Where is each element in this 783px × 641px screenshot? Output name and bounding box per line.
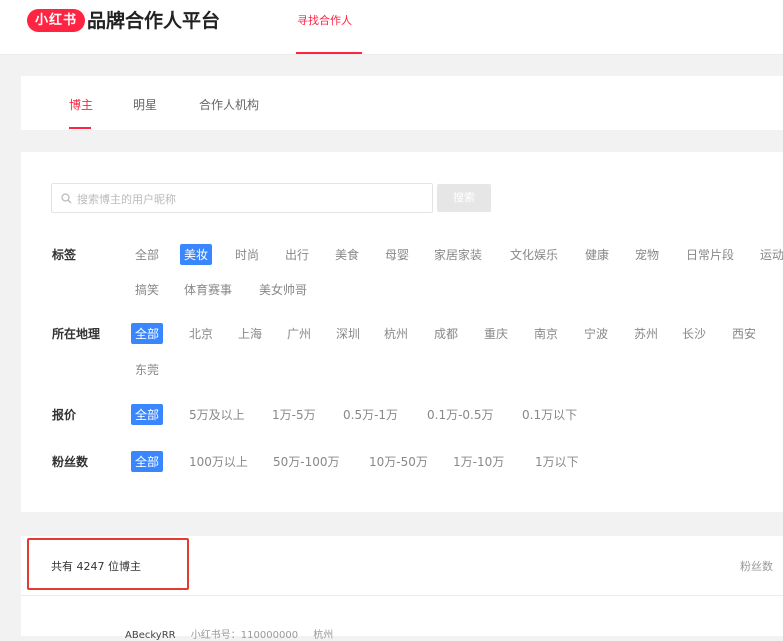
location-label: 所在地理	[52, 327, 101, 341]
category-tabs: 博主 明星 合作人机构	[21, 76, 783, 130]
price-option[interactable]: 0.5万-1万	[343, 406, 398, 423]
tag-option[interactable]: 健康	[585, 246, 609, 263]
tag-option[interactable]: 母婴	[385, 246, 409, 263]
tag-option-selected[interactable]: 美妆	[180, 244, 213, 265]
price-option[interactable]: 0.1万以下	[522, 406, 577, 423]
blogger-row[interactable]: ABeckyRR 小红书号：110000000 杭州	[125, 626, 333, 641]
location-option[interactable]: 成都	[434, 325, 458, 342]
fans-label: 粉丝数	[52, 455, 89, 469]
tag-option[interactable]: 全部	[135, 246, 159, 263]
location-option[interactable]: 北京	[189, 325, 213, 342]
xiaohongshu-logo[interactable]: 小红书	[27, 9, 86, 32]
tag-option[interactable]: 家居家装	[434, 246, 482, 263]
location-option[interactable]: 杭州	[384, 325, 408, 342]
active-tab-indicator	[296, 52, 362, 54]
top-header: 小红书 品牌合作人平台 寻找合作人	[0, 0, 783, 55]
location-option[interactable]: 南京	[534, 325, 558, 342]
price-label: 报价	[52, 408, 77, 422]
price-option[interactable]: 5万及以上	[189, 406, 245, 423]
location-option[interactable]: 宁波	[584, 325, 608, 342]
location-option[interactable]: 长沙	[682, 325, 706, 342]
result-count: 共有 4247 位博主	[51, 560, 141, 573]
search-icon	[61, 193, 72, 204]
tag-option[interactable]: 宠物	[635, 246, 659, 263]
tab-agencies[interactable]: 合作人机构	[199, 96, 259, 113]
fans-option[interactable]: 50万-100万	[273, 453, 340, 470]
fans-option[interactable]: 1万-10万	[453, 453, 504, 470]
tag-option[interactable]: 体育赛事	[184, 281, 232, 298]
tag-option[interactable]: 日常片段	[686, 246, 734, 263]
sort-by-fans[interactable]: 粉丝数	[740, 558, 773, 574]
fans-option-selected[interactable]: 全部	[131, 451, 164, 472]
location-option[interactable]: 苏州	[634, 325, 658, 342]
fans-option[interactable]: 10万-50万	[369, 453, 428, 470]
platform-title: 品牌合作人平台	[87, 10, 221, 32]
tag-option[interactable]: 美女帅哥	[259, 281, 307, 298]
price-option-selected[interactable]: 全部	[131, 404, 164, 425]
location-option[interactable]: 西安	[732, 325, 756, 342]
location-option[interactable]: 东莞	[135, 361, 159, 378]
tag-option[interactable]: 搞笑	[135, 281, 159, 298]
tag-option[interactable]: 出行	[285, 246, 309, 263]
filter-panel: 搜索博主的用户昵称 搜索 标签 全部 美妆 时尚 出行 美食 母婴 家居家装 文…	[21, 152, 783, 512]
tab-celebrities[interactable]: 明星	[133, 96, 157, 113]
tab-find-partners[interactable]: 寻找合作人	[297, 12, 352, 28]
price-option[interactable]: 1万-5万	[272, 406, 316, 423]
location-option[interactable]: 深圳	[336, 325, 360, 342]
location-option[interactable]: 广州	[287, 325, 311, 342]
tag-option[interactable]: 美食	[335, 246, 359, 263]
fans-option[interactable]: 100万以上	[189, 453, 248, 470]
location-option[interactable]: 上海	[238, 325, 262, 342]
divider	[21, 595, 783, 596]
tags-label: 标签	[52, 248, 77, 262]
tag-option[interactable]: 文化娱乐	[510, 246, 558, 263]
search-input[interactable]: 搜索博主的用户昵称	[51, 183, 433, 213]
results-panel: 共有 4247 位博主 粉丝数 ABeckyRR 小红书号：110000000 …	[21, 536, 783, 641]
location-option[interactable]: 重庆	[484, 325, 508, 342]
tab-bloggers[interactable]: 博主	[69, 96, 93, 113]
location-option-selected[interactable]: 全部	[131, 323, 164, 344]
fans-option[interactable]: 1万以下	[535, 453, 579, 470]
price-option[interactable]: 0.1万-0.5万	[427, 406, 494, 423]
subtab-indicator	[69, 127, 91, 129]
tag-option[interactable]: 运动	[760, 246, 783, 263]
tag-option[interactable]: 时尚	[235, 246, 259, 263]
search-button[interactable]: 搜索	[437, 184, 491, 212]
search-placeholder: 搜索博主的用户昵称	[77, 193, 176, 206]
